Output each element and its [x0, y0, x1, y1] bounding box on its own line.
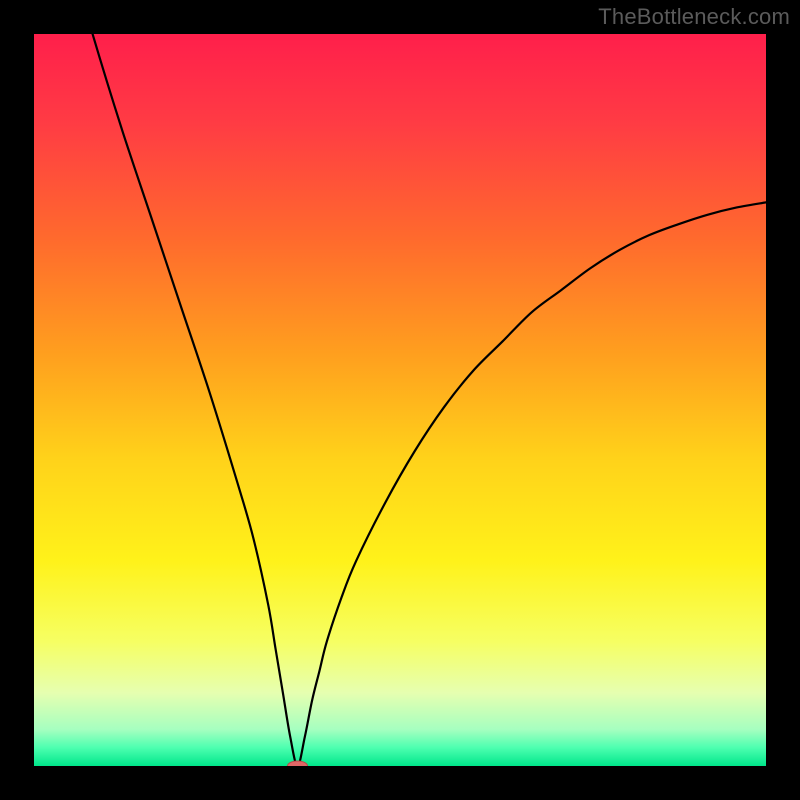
bottleneck-chart-svg — [34, 34, 766, 766]
chart-frame: TheBottleneck.com — [0, 0, 800, 800]
gradient-background — [34, 34, 766, 766]
watermark-text: TheBottleneck.com — [598, 4, 790, 30]
plot-area — [34, 34, 766, 766]
